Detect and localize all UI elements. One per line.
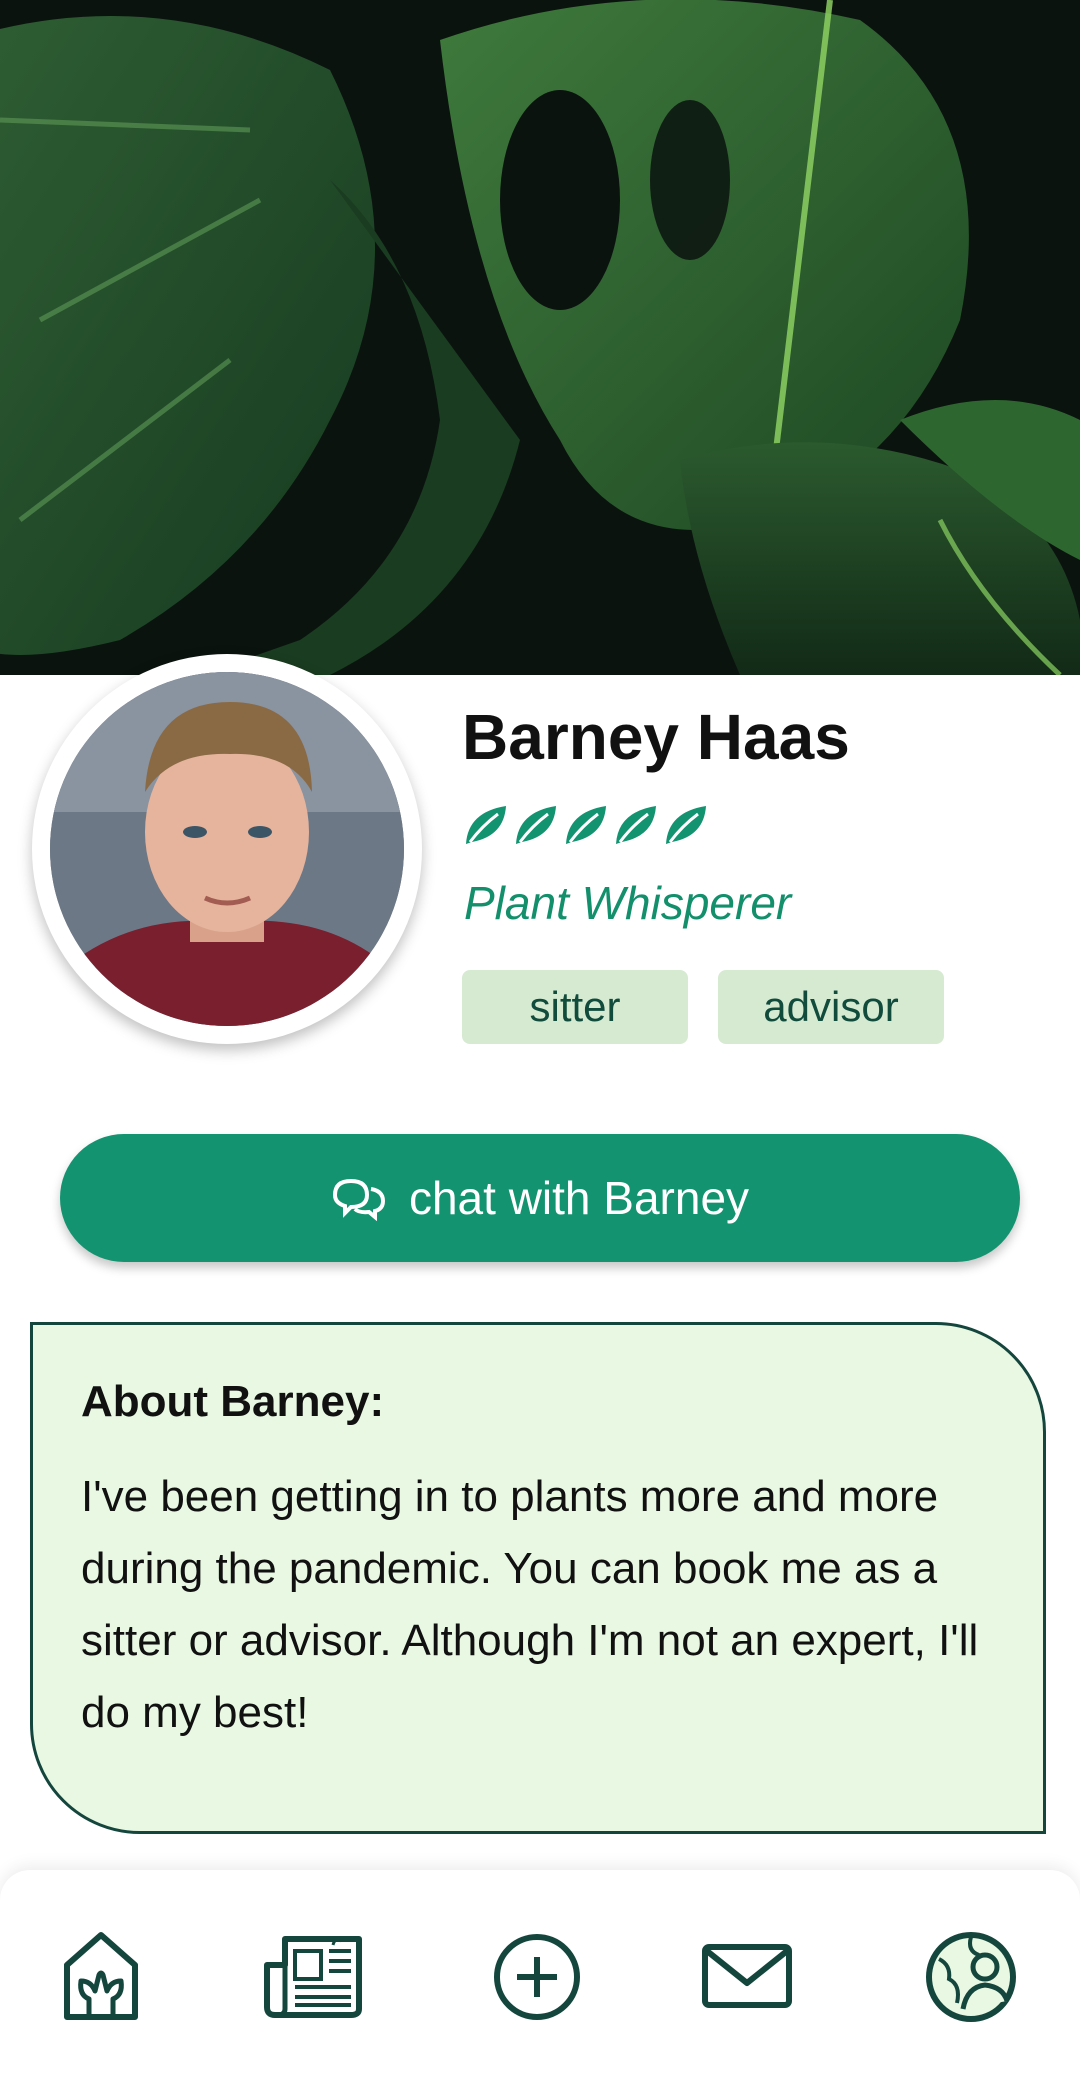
leaf-rating-icon [516, 806, 556, 844]
avatar [50, 672, 404, 1026]
leaf-rating-icon [566, 806, 606, 844]
leaf-rating-icon [616, 806, 656, 844]
bottom-nav [0, 1870, 1080, 2079]
nav-home[interactable] [46, 1925, 156, 2025]
about-card: About Barney: I've been getting in to pl… [30, 1322, 1046, 1834]
nav-profile[interactable] [916, 1925, 1026, 2025]
cover-image [0, 0, 1080, 675]
avatar-frame [32, 654, 422, 1044]
leaf-rating-icon [466, 806, 506, 844]
envelope-icon [702, 1944, 792, 2008]
tag-sitter[interactable]: sitter [462, 970, 688, 1044]
profile-name: Barney Haas [462, 701, 850, 773]
chat-button[interactable]: chat with Barney [60, 1134, 1020, 1262]
profile-subtitle: Plant Whisperer [464, 877, 792, 929]
profile-globe-icon [926, 1932, 1016, 2022]
nav-messages[interactable] [692, 1925, 802, 2025]
tag-advisor[interactable]: advisor [718, 970, 944, 1044]
nav-add[interactable] [478, 1925, 588, 2025]
nav-feed[interactable] [258, 1925, 368, 2025]
plant-house-icon [64, 1932, 138, 2020]
leaf-rating-icon [666, 806, 706, 844]
about-text: I've been getting in to plants more and … [81, 1472, 979, 1737]
leaf-rating [462, 802, 710, 848]
about-title: About Barney: [81, 1377, 385, 1426]
chat-button-label: chat with Barney [408, 1172, 750, 1224]
plus-circle-icon [494, 1934, 580, 2020]
newspaper-icon [264, 1936, 362, 2018]
chat-bubbles-icon [332, 1178, 385, 1221]
role-tags: sitter advisor [462, 970, 944, 1044]
